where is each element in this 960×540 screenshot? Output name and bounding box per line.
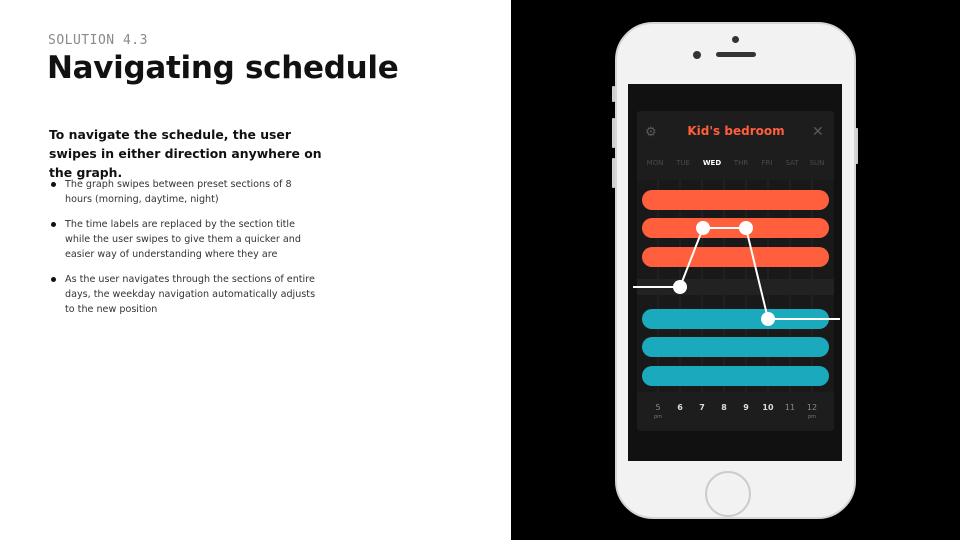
weekday-tab-sun[interactable]: SUN	[805, 159, 829, 167]
room-title: Kid's bedroom	[687, 124, 785, 138]
hour-label-7: 7	[699, 403, 705, 412]
earpiece-speaker	[716, 52, 756, 57]
weekday-tab-mon[interactable]: MON	[643, 159, 667, 167]
slide-lead: To navigate the schedule, the user swipe…	[49, 127, 322, 180]
front-camera-icon	[693, 51, 701, 59]
bullet-dot-icon	[51, 182, 56, 187]
camera-icon	[732, 36, 739, 43]
hour-label-12: 12	[806, 403, 818, 412]
bullet-item: As the user navigates through the sectio…	[49, 272, 319, 317]
hour-label-11: 11	[784, 403, 796, 412]
hour-label-10: 10	[762, 403, 774, 412]
hour-label-8: 8	[721, 403, 727, 412]
gear-icon[interactable]: ⚙	[645, 124, 657, 140]
bullet-dot-icon	[51, 222, 56, 227]
home-button[interactable]	[705, 471, 751, 517]
weekday-tab-wed[interactable]: WED	[700, 159, 724, 167]
bullet-list: The graph swipes between preset sections…	[49, 177, 319, 327]
hour-label-9: 9	[743, 403, 749, 412]
close-icon[interactable]: ✕	[812, 123, 824, 140]
slide-kicker: SOLUTION 4.3	[48, 33, 148, 48]
slide-text-panel: SOLUTION 4.3 Navigating schedule To navi…	[0, 0, 511, 540]
hour-label-6: 6	[677, 403, 683, 412]
bullet-item: The graph swipes between preset sections…	[49, 177, 319, 207]
weekday-tab-sat[interactable]: SAT	[780, 159, 804, 167]
weekday-tab-fri[interactable]: FRI	[755, 159, 779, 167]
weekday-tab-tue[interactable]: TUE	[671, 159, 695, 167]
hour-suffix: pm	[807, 414, 817, 420]
hour-suffix: pm	[653, 414, 663, 420]
bullet-item: The time labels are replaced by the sect…	[49, 217, 319, 262]
bullet-dot-icon	[51, 277, 56, 282]
hour-label-5: 5	[655, 403, 661, 412]
slide-title: Navigating schedule	[47, 50, 399, 86]
weekday-tab-thr[interactable]: THR	[729, 159, 753, 167]
